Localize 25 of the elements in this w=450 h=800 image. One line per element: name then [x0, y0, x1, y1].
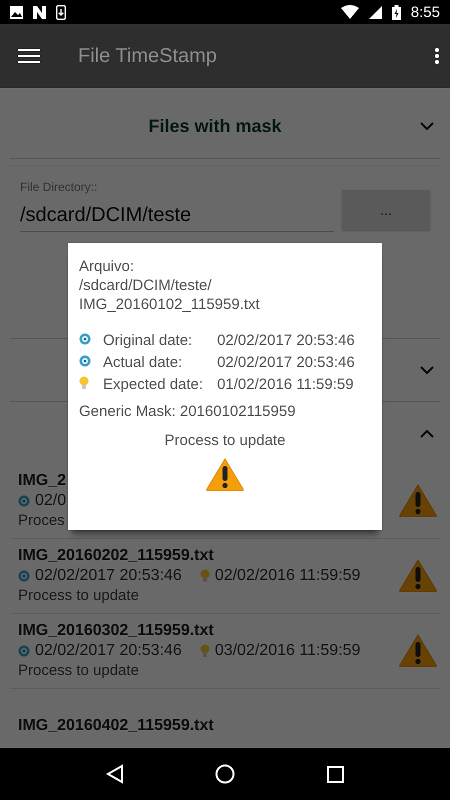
- file-label: Arquivo:: [79, 257, 136, 276]
- status-text: Process to update: [18, 662, 139, 678]
- status-text: Process to update: [164, 432, 286, 449]
- status-time: 8:55: [410, 4, 440, 20]
- file-path: /sdcard/DCIM/teste/ IMG_20160102_115959.txt: [79, 276, 261, 314]
- date-text: 02/02/2016 11:59:59: [214, 566, 360, 584]
- file-name: IMG_20160202_115959.txt: [18, 546, 214, 564]
- date-label: Expected date:: [103, 376, 204, 393]
- file-name: IMG_2: [18, 472, 66, 490]
- section-title: Files with mask: [147, 116, 283, 136]
- file-name: IMG_20160402_115959.txt: [18, 717, 214, 735]
- status-text: Process to update: [18, 586, 139, 604]
- date-text: 02/0: [35, 492, 66, 510]
- mask-text: Generic Mask: 20160102115959: [79, 403, 297, 420]
- date-text: 03/02/2016 11:59:59: [214, 642, 360, 660]
- status-text: Proces: [18, 512, 65, 528]
- date-text: 02/02/2017 20:53:46: [35, 642, 182, 660]
- app-title: File TimeStamp: [78, 44, 218, 68]
- date-value: 02/02/2017 20:53:46: [217, 354, 355, 371]
- date-text: 02/02/2017 20:53:46: [35, 566, 182, 584]
- file-name: IMG_20160302_115959.txt: [18, 622, 214, 640]
- date-label: Original date:: [103, 332, 194, 349]
- date-value: 02/02/2017 20:53:46: [217, 332, 355, 349]
- date-label: Actual date:: [103, 354, 184, 371]
- date-value: 01/02/2016 11:59:59: [217, 376, 355, 393]
